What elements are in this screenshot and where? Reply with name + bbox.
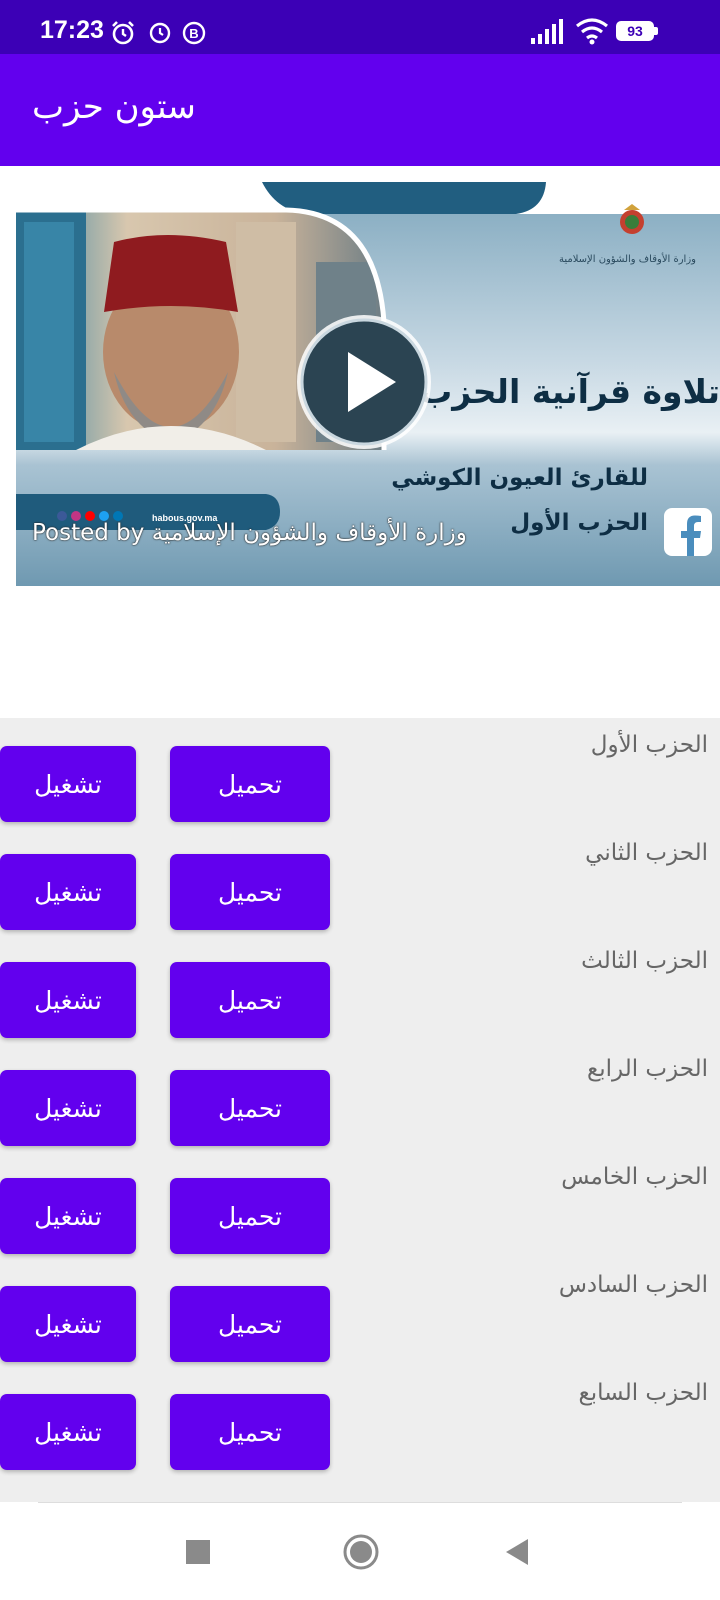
list-item: الحزب السادس تحميل تشغيل [0, 1258, 720, 1366]
list-item: الحزب الثاني تحميل تشغيل [0, 826, 720, 934]
b-notification-icon: B [182, 21, 206, 45]
app-bar: ستون حزب [0, 54, 720, 166]
hizb-label: الحزب الرابع [586, 1056, 708, 1082]
alarm-icon [112, 21, 134, 45]
play-button[interactable]: تشغيل [0, 1178, 136, 1254]
hizb-label: الحزب الثالث [581, 948, 708, 974]
list-item: الحزب الخامس تحميل تشغيل [0, 1150, 720, 1258]
signal-icon [531, 19, 563, 44]
play-button[interactable]: تشغيل [0, 854, 136, 930]
list-item: الحزب الثالث تحميل تشغيل [0, 934, 720, 1042]
play-button[interactable]: تشغيل [0, 1286, 136, 1362]
video-thumbnail[interactable]: وزارة الأوقاف والشؤون الإسلامية تلاوة قر… [16, 182, 720, 586]
recents-square-icon[interactable] [185, 1539, 211, 1565]
home-circle-icon[interactable] [342, 1533, 380, 1571]
wifi-icon [576, 18, 608, 45]
battery-level: 93 [627, 23, 643, 39]
status-bar: 17:23 B 93 [0, 0, 720, 54]
hizb-list: الحزب الأول تحميل تشغيل الحزب الثاني تحم… [0, 718, 720, 1502]
list-item: الحزب الرابع تحميل تشغيل [0, 1042, 720, 1150]
play-button[interactable]: تشغيل [0, 1394, 136, 1470]
video-posted-by: Posted by وزارة الأوقاف والشؤون الإسلامي… [32, 520, 467, 546]
back-triangle-icon[interactable] [504, 1537, 530, 1567]
navigation-bar [0, 1503, 720, 1600]
list-item: الحزب السابع تحميل تشغيل [0, 1366, 720, 1474]
hizb-label: الحزب الخامس [561, 1164, 708, 1190]
download-button[interactable]: تحميل [170, 854, 330, 930]
download-button[interactable]: تحميل [170, 962, 330, 1038]
hizb-label: الحزب الأول [590, 732, 708, 758]
hizb-label: الحزب السادس [558, 1272, 708, 1298]
list-item: الحزب الأول تحميل تشغيل [0, 718, 720, 826]
play-button[interactable]: تشغيل [0, 1070, 136, 1146]
video-title: تلاوة قرآنية الحزب [419, 372, 720, 411]
hizb-label: الحزب السابع [578, 1380, 708, 1406]
video-reader: للقارئ العيون الكوشي [391, 465, 648, 491]
play-button[interactable]: تشغيل [0, 746, 136, 822]
download-button[interactable]: تحميل [170, 1070, 330, 1146]
play-button[interactable]: تشغيل [0, 962, 136, 1038]
page-title: ستون حزب [32, 87, 196, 127]
download-button[interactable]: تحميل [170, 746, 330, 822]
ministry-caption: وزارة الأوقاف والشؤون الإسلامية [558, 254, 696, 265]
status-time: 17:23 [40, 16, 104, 44]
download-button[interactable]: تحميل [170, 1394, 330, 1470]
battery-icon: 93 [616, 21, 660, 43]
facebook-icon [664, 508, 712, 556]
download-button[interactable]: تحميل [170, 1178, 330, 1254]
play-icon[interactable] [294, 312, 434, 452]
hizb-label: الحزب الثاني [585, 840, 708, 866]
download-button[interactable]: تحميل [170, 1286, 330, 1362]
svg-text:B: B [189, 26, 198, 41]
clock-icon [149, 22, 171, 44]
video-hizb: الحزب الأول [510, 510, 648, 536]
